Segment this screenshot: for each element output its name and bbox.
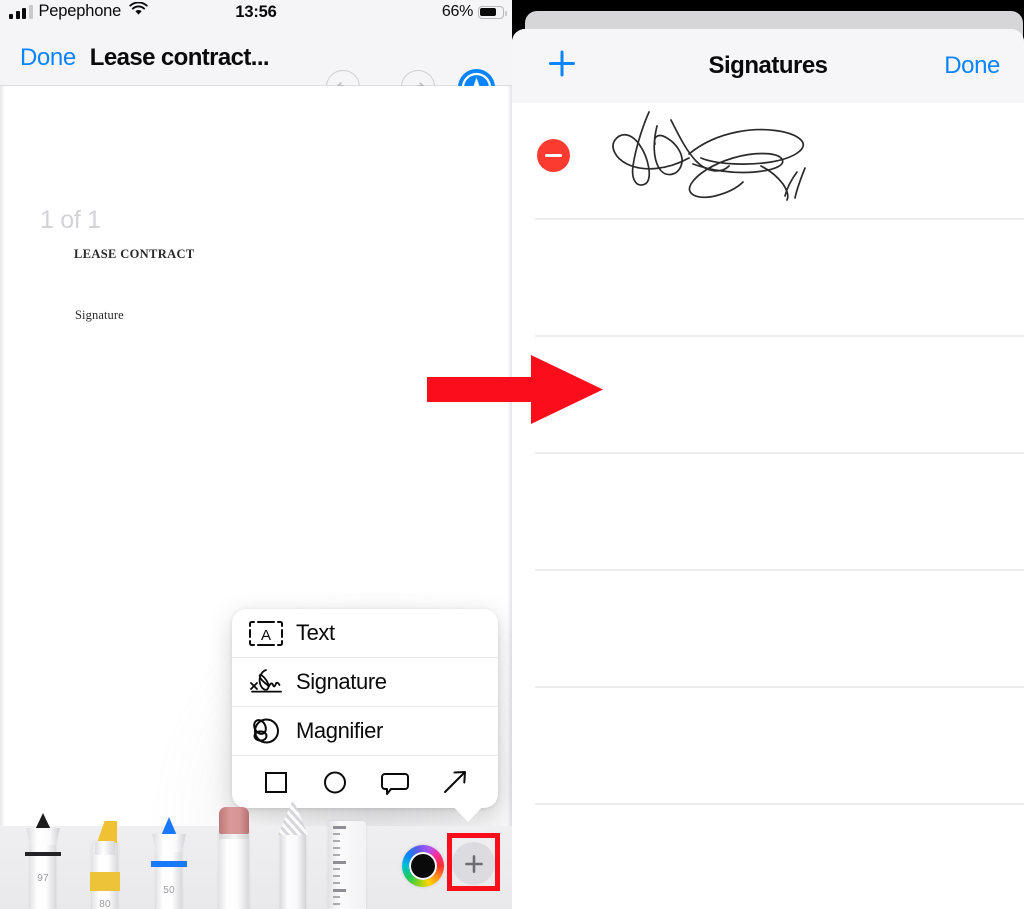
- menu-item-label: Text: [296, 620, 335, 645]
- highlighter-tool-number: 80: [99, 899, 111, 909]
- markup-add-menu: A Text Signature Magnifier: [232, 609, 498, 808]
- document-signature-label: Signature: [75, 308, 124, 322]
- signatures-screen: Signatures Done: [512, 0, 1024, 909]
- empty-row[interactable]: [512, 805, 1024, 909]
- marker-tool[interactable]: 50: [151, 817, 187, 909]
- done-button[interactable]: Done: [20, 44, 76, 72]
- speech-bubble-shape-icon[interactable]: [379, 767, 411, 797]
- navigation-bar: Done Lease contract...: [0, 30, 512, 106]
- signatures-done-button[interactable]: Done: [944, 52, 1000, 80]
- page-indicator: 1 of 1: [40, 206, 101, 234]
- pencil-tool[interactable]: [278, 799, 308, 909]
- battery-icon: [478, 5, 507, 19]
- screenshot-root: Pepephone 13:56 66% Done Lease contract.…: [0, 0, 1024, 909]
- document-title: Lease contract...: [89, 43, 270, 71]
- menu-item-label: Signature: [296, 669, 387, 694]
- text-box-icon: A: [248, 620, 296, 647]
- pen-toolbar: 97 80 50: [0, 799, 512, 909]
- empty-row[interactable]: [512, 571, 1024, 688]
- highlighter-tool[interactable]: 80: [90, 821, 120, 909]
- signature-icon: [248, 667, 296, 697]
- menu-item-text[interactable]: A Text: [232, 609, 498, 658]
- pen-tool[interactable]: 97: [25, 813, 61, 909]
- marker-tool-number: 50: [163, 885, 175, 896]
- empty-row[interactable]: [512, 688, 1024, 805]
- minus-circle-icon[interactable]: [537, 139, 570, 172]
- empty-row[interactable]: [512, 337, 1024, 454]
- signatures-header: Signatures Done: [512, 29, 1024, 103]
- pen-tool-number: 97: [37, 873, 49, 884]
- menu-pointer-notch: [447, 800, 489, 822]
- pdf-markup-screen: Pepephone 13:56 66% Done Lease contract.…: [0, 0, 512, 909]
- status-clock: 13:56: [235, 3, 277, 21]
- signatures-sheet: Signatures Done: [512, 29, 1024, 909]
- circle-shape-icon[interactable]: [320, 767, 350, 797]
- document-heading: LEASE CONTRACT: [74, 247, 195, 261]
- menu-item-magnifier[interactable]: Magnifier: [232, 707, 498, 756]
- battery-percent-label: 66%: [441, 3, 473, 20]
- empty-row[interactable]: [512, 220, 1024, 337]
- saved-signature-row[interactable]: [512, 103, 1024, 220]
- square-shape-icon[interactable]: [261, 767, 291, 797]
- menu-item-signature[interactable]: Signature: [232, 658, 498, 707]
- svg-text:A: A: [261, 627, 271, 644]
- page-edge-left: [0, 86, 4, 826]
- add-tool-highlight-box: [447, 833, 500, 891]
- signatures-list: [512, 103, 1024, 909]
- handwritten-signature: [605, 108, 855, 213]
- status-bar-right: 66%: [441, 3, 507, 21]
- status-bar: Pepephone 13:56 66%: [0, 0, 512, 30]
- magnifier-icon: [248, 716, 296, 746]
- empty-row[interactable]: [512, 454, 1024, 571]
- eraser-tool[interactable]: [219, 807, 249, 909]
- ruler-tool[interactable]: [328, 821, 366, 909]
- menu-item-label: Magnifier: [296, 718, 383, 743]
- color-wheel[interactable]: [402, 845, 444, 887]
- arrow-shape-icon[interactable]: [440, 767, 470, 797]
